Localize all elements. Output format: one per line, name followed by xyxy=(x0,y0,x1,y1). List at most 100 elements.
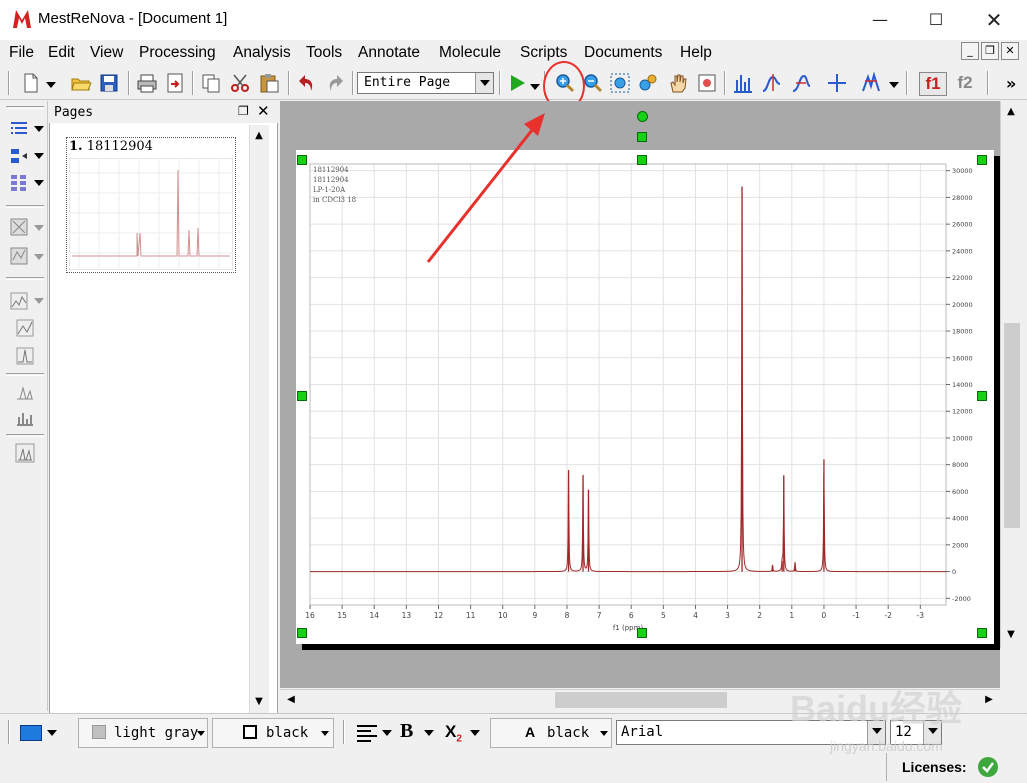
pages-close-icon[interactable]: ✕ xyxy=(257,102,270,120)
save-icon[interactable] xyxy=(98,72,120,94)
undock-icon[interactable]: ❐ xyxy=(238,104,249,118)
peak-picking-icon[interactable] xyxy=(732,72,754,94)
export-pdf-icon[interactable] xyxy=(164,72,186,94)
paste-icon[interactable] xyxy=(258,72,280,94)
text-align-dropdown[interactable] xyxy=(382,730,392,736)
text-align-icon[interactable] xyxy=(355,722,379,744)
scroll-up-icon[interactable]: ▲ xyxy=(250,127,268,145)
undo-icon[interactable] xyxy=(296,72,318,94)
play-dropdown[interactable] xyxy=(530,84,540,90)
scroll-up-icon[interactable]: ▲ xyxy=(1002,103,1020,121)
scroll-right-icon[interactable]: ▶ xyxy=(980,691,998,709)
menu-processing[interactable]: Processing xyxy=(139,44,216,62)
redo-icon[interactable] xyxy=(324,72,346,94)
stack-spectra-dropdown[interactable] xyxy=(34,225,44,231)
open-folder-icon[interactable] xyxy=(70,72,92,94)
scroll-left-icon[interactable]: ◀ xyxy=(282,691,300,709)
whitewash-plot-icon[interactable] xyxy=(15,318,35,338)
spectrum-tools-dropdown[interactable] xyxy=(889,82,899,88)
scroll-down-icon[interactable]: ▼ xyxy=(250,693,268,711)
resize-handle-bottom-left[interactable] xyxy=(297,628,307,638)
fit-page-icon[interactable] xyxy=(696,72,718,94)
f2-axis-button[interactable]: f2 xyxy=(951,72,979,96)
grid-arrange-icon[interactable] xyxy=(9,173,29,193)
close-button[interactable]: ✕ xyxy=(966,0,1022,40)
resize-handle-bottom-right[interactable] xyxy=(977,628,987,638)
resize-handle-top-right[interactable] xyxy=(977,155,987,165)
zoom-slider-stub[interactable] xyxy=(1000,648,1022,688)
baseline-icon[interactable] xyxy=(15,382,35,402)
subscript-button[interactable]: X2 xyxy=(445,722,462,744)
menu-analysis[interactable]: Analysis xyxy=(233,44,291,62)
stacked-plot-dropdown[interactable] xyxy=(34,298,44,304)
scroll-down-icon[interactable]: ▼ xyxy=(1002,626,1020,644)
resize-handle-right[interactable] xyxy=(977,391,987,401)
align-objects-icon[interactable] xyxy=(9,146,29,166)
zoom-fit-icon[interactable] xyxy=(609,72,631,94)
menu-edit[interactable]: Edit xyxy=(48,44,75,62)
multiplet-report-icon[interactable] xyxy=(15,443,35,463)
align-objects-dropdown[interactable] xyxy=(34,153,44,159)
resize-handle-top-left[interactable] xyxy=(297,155,307,165)
menu-help[interactable]: Help xyxy=(680,44,712,62)
menu-documents[interactable]: Documents xyxy=(584,44,662,62)
menu-file[interactable]: File xyxy=(9,44,34,62)
bold-dropdown[interactable] xyxy=(424,730,434,736)
vertical-scrollbar[interactable]: ▲ ▼ xyxy=(1000,101,1022,688)
menu-molecule[interactable]: Molecule xyxy=(439,44,501,62)
new-document-dropdown[interactable] xyxy=(46,82,56,88)
crosshair-icon[interactable] xyxy=(826,72,848,94)
layout-list-icon[interactable] xyxy=(9,119,29,139)
play-script-icon[interactable] xyxy=(506,72,528,94)
toolbar-overflow-button[interactable]: » xyxy=(1006,74,1016,93)
line-color-select[interactable]: black xyxy=(212,718,334,748)
mdi-close-button[interactable]: ✕ xyxy=(1001,42,1019,60)
rotate-handle[interactable] xyxy=(637,111,648,122)
f1-axis-button[interactable]: f1 xyxy=(919,72,947,96)
subscript-dropdown[interactable] xyxy=(470,730,480,736)
vertical-scroll-thumb[interactable] xyxy=(1004,323,1020,528)
horizontal-scroll-thumb[interactable] xyxy=(555,692,727,708)
menu-tools[interactable]: Tools xyxy=(306,44,342,62)
move-handle[interactable] xyxy=(637,132,647,142)
multiplet-icon[interactable] xyxy=(790,72,812,94)
stacked-plot-icon[interactable] xyxy=(9,291,29,311)
font-color-select[interactable]: A black xyxy=(490,718,612,748)
menu-annotate[interactable]: Annotate xyxy=(358,44,420,62)
document-page[interactable]: 16 15 14 13 12 11 10 9 8 7 6 5 4 3 2 1 0 -1 -2 -3 30000 28000… xyxy=(296,150,994,644)
stack-spectra-icon[interactable] xyxy=(9,217,29,237)
page-thumbnail[interactable] xyxy=(66,137,236,273)
resize-handle-top[interactable] xyxy=(637,155,647,165)
y-tick-label: 14000 xyxy=(952,381,973,389)
resize-handle-left[interactable] xyxy=(297,391,307,401)
color-swatch-icon[interactable] xyxy=(20,725,42,741)
cut-icon[interactable] xyxy=(229,72,251,94)
zoom-reset-icon[interactable] xyxy=(637,72,659,94)
menu-scripts[interactable]: Scripts xyxy=(520,44,567,62)
spectrum-tools-icon[interactable] xyxy=(860,72,882,94)
layout-list-dropdown[interactable] xyxy=(34,126,44,132)
new-document-icon[interactable] xyxy=(20,72,42,94)
superimpose-dropdown[interactable] xyxy=(34,254,44,260)
page-view-select[interactable]: Entire Page xyxy=(357,72,494,94)
grid-arrange-dropdown[interactable] xyxy=(34,180,44,186)
nmr-spectrum-chart[interactable]: 16 15 14 13 12 11 10 9 8 7 6 5 4 3 2 1 0 -1 -2 -33000028000… xyxy=(296,150,994,644)
menu-view[interactable]: View xyxy=(90,44,123,62)
bold-button[interactable]: B xyxy=(400,720,413,743)
fill-color-select[interactable]: light gray xyxy=(78,718,208,748)
superimpose-icon[interactable] xyxy=(9,246,29,266)
mdi-minimize-button[interactable]: _ xyxy=(961,42,979,60)
license-ok-icon[interactable] xyxy=(978,757,998,777)
maximize-button[interactable]: ☐ xyxy=(908,0,964,40)
print-icon[interactable] xyxy=(136,72,158,94)
resize-handle-bottom[interactable] xyxy=(637,628,647,638)
pan-hand-icon[interactable] xyxy=(667,72,689,94)
minimize-button[interactable]: — xyxy=(852,0,908,40)
pages-scrollbar[interactable]: ▲ ▼ xyxy=(249,125,269,713)
copy-icon[interactable] xyxy=(200,72,222,94)
mdi-restore-button[interactable]: ❐ xyxy=(981,42,999,60)
single-plot-icon[interactable] xyxy=(15,346,35,366)
color-swatch-dropdown[interactable] xyxy=(47,730,57,736)
integration-icon[interactable] xyxy=(760,72,782,94)
phase-icon[interactable] xyxy=(15,408,35,428)
